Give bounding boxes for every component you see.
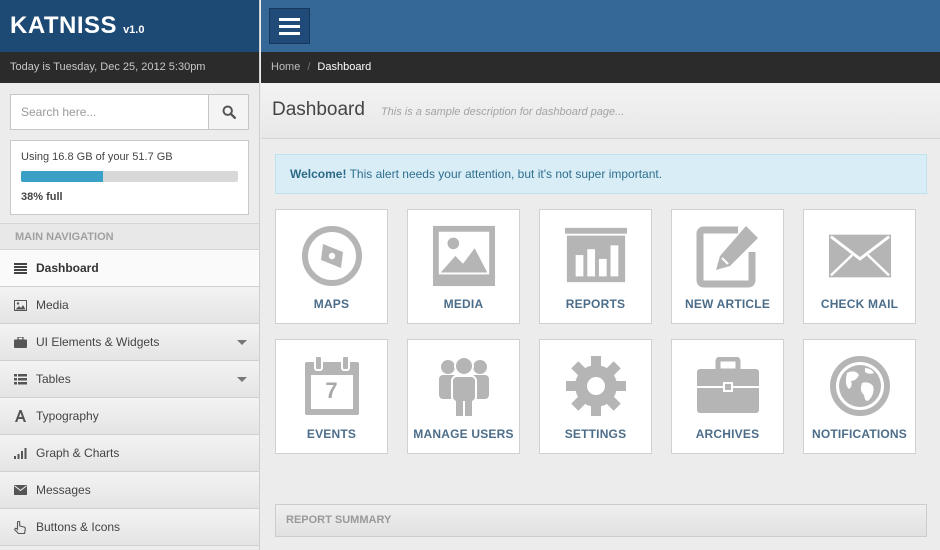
- envelope-icon: [12, 483, 28, 497]
- search-icon: [222, 105, 236, 119]
- bar-chart-icon: [564, 224, 628, 288]
- sidebar-item-tables[interactable]: Tables: [0, 361, 259, 398]
- top-navbar: [261, 0, 940, 52]
- sidebar-item-label: Typography: [36, 409, 99, 423]
- sidebar-item-ui-elements[interactable]: UI Elements & Widgets: [0, 324, 259, 361]
- sidebar-item-graph-charts[interactable]: Graph & Charts: [0, 435, 259, 472]
- search-box: [10, 94, 249, 130]
- tile-label: MAPS: [313, 297, 350, 311]
- sidebar-item-media[interactable]: Media: [0, 287, 259, 324]
- picture-icon: [432, 224, 496, 288]
- compass-icon: [300, 224, 364, 288]
- globe-icon: [828, 354, 892, 418]
- hamburger-icon-bar: [279, 31, 300, 35]
- sidebar-item-label: Buttons & Icons: [36, 520, 121, 534]
- hamburger-icon-bar: [279, 17, 300, 21]
- tile-notifications[interactable]: NOTIFICATIONS: [803, 339, 916, 454]
- storage-progress-fill: [21, 171, 104, 182]
- storage-progress-bar: [21, 171, 238, 182]
- tile-new-article[interactable]: NEW ARTICLE: [671, 209, 784, 324]
- breadcrumb-separator: /: [307, 61, 311, 73]
- sidebar-item-label: Messages: [36, 483, 91, 497]
- main-area: Home / Dashboard Dashboard This is a sam…: [261, 0, 940, 550]
- tile-reports[interactable]: REPORTS: [539, 209, 652, 324]
- image-icon: [12, 298, 28, 312]
- tile-label: NEW ARTICLE: [684, 297, 771, 311]
- tile-label: EVENTS: [306, 427, 357, 441]
- sidebar-item-buttons-icons[interactable]: Buttons & Icons: [0, 509, 259, 546]
- chevron-down-icon: [237, 340, 247, 345]
- search-input[interactable]: [11, 95, 208, 129]
- calendar-icon: 7: [300, 354, 364, 418]
- breadcrumb-home-link[interactable]: Home: [271, 61, 300, 74]
- menu-toggle-button[interactable]: [269, 8, 310, 44]
- sidebar: KATNISS v1.0 Today is Tuesday, Dec 25, 2…: [0, 0, 260, 550]
- font-icon: [12, 409, 28, 423]
- tile-media[interactable]: MEDIA: [407, 209, 520, 324]
- calendar-day: 7: [325, 378, 338, 403]
- tile-manage-users[interactable]: MANAGE USERS: [407, 339, 520, 454]
- tile-label: ARCHIVES: [695, 427, 760, 441]
- report-summary-title: REPORT SUMMARY: [286, 514, 392, 526]
- tile-check-mail[interactable]: CHECK MAIL: [803, 209, 916, 324]
- envelope-icon: [828, 224, 892, 288]
- sidebar-item-messages[interactable]: Messages: [0, 472, 259, 509]
- tile-label: SETTINGS: [564, 427, 627, 441]
- storage-percent-label: 38% full: [21, 191, 63, 203]
- alert-strong-text: Welcome!: [290, 167, 347, 181]
- welcome-alert: Welcome! This alert needs your attention…: [275, 154, 927, 194]
- hamburger-icon-bar: [279, 24, 300, 28]
- sidebar-item-label: Tables: [36, 372, 71, 386]
- tile-events[interactable]: 7 EVENTS: [275, 339, 388, 454]
- search-button[interactable]: [208, 95, 248, 129]
- tile-archives[interactable]: ARCHIVES: [671, 339, 784, 454]
- sidebar-item-dashboard[interactable]: Dashboard: [0, 250, 259, 287]
- page-description: This is a sample description for dashboa…: [380, 106, 625, 118]
- alert-text: This alert needs your attention, but it'…: [346, 167, 663, 181]
- tile-label: NOTIFICATIONS: [811, 427, 908, 441]
- breadcrumb: Home / Dashboard: [261, 52, 940, 83]
- sidebar-item-label: UI Elements & Widgets: [36, 335, 160, 349]
- storage-widget: Using 16.8 GB of your 51.7 GB 38% full: [10, 140, 249, 215]
- briefcase-icon: [12, 335, 28, 349]
- table-icon: [12, 372, 28, 386]
- signal-icon: [12, 446, 28, 460]
- tile-label: MEDIA: [443, 297, 484, 311]
- page-title: Dashboard: [272, 99, 365, 120]
- tile-label: REPORTS: [565, 297, 626, 311]
- tile-settings[interactable]: SETTINGS: [539, 339, 652, 454]
- shortcut-tiles: MAPS MEDIA REPORTS NEW ARTICLE CHECK MAI…: [275, 209, 927, 454]
- sidebar-item-label: Dashboard: [36, 261, 99, 275]
- sidebar-item-label: Media: [36, 298, 69, 312]
- dashboard-content: Welcome! This alert needs your attention…: [261, 139, 940, 537]
- brand: KATNISS v1.0: [0, 0, 259, 52]
- sidebar-item-label: Graph & Charts: [36, 446, 120, 460]
- storage-usage-text: Using 16.8 GB of your 51.7 GB: [21, 151, 173, 163]
- tile-label: MANAGE USERS: [413, 427, 514, 441]
- breadcrumb-current: Dashboard: [317, 61, 372, 73]
- brand-name[interactable]: KATNISS: [10, 12, 117, 40]
- page-header: Dashboard This is a sample description f…: [261, 83, 940, 139]
- edit-icon: [696, 224, 760, 288]
- current-date: Today is Tuesday, Dec 25, 2012 5:30pm: [10, 61, 206, 73]
- hand-pointer-icon: [12, 520, 28, 534]
- tile-label: CHECK MAIL: [820, 297, 899, 311]
- chevron-down-icon: [237, 377, 247, 382]
- nav-header: MAIN NAVIGATION: [0, 223, 259, 250]
- sidebar-item-typography[interactable]: Typography: [0, 398, 259, 435]
- report-summary-panel[interactable]: REPORT SUMMARY: [275, 504, 927, 537]
- brand-version: v1.0: [123, 24, 145, 36]
- tile-maps[interactable]: MAPS: [275, 209, 388, 324]
- users-icon: [432, 354, 496, 418]
- gear-icon: [564, 354, 628, 418]
- briefcase-icon: [696, 354, 760, 418]
- list-icon: [12, 261, 28, 275]
- date-bar: Today is Tuesday, Dec 25, 2012 5:30pm: [0, 52, 259, 83]
